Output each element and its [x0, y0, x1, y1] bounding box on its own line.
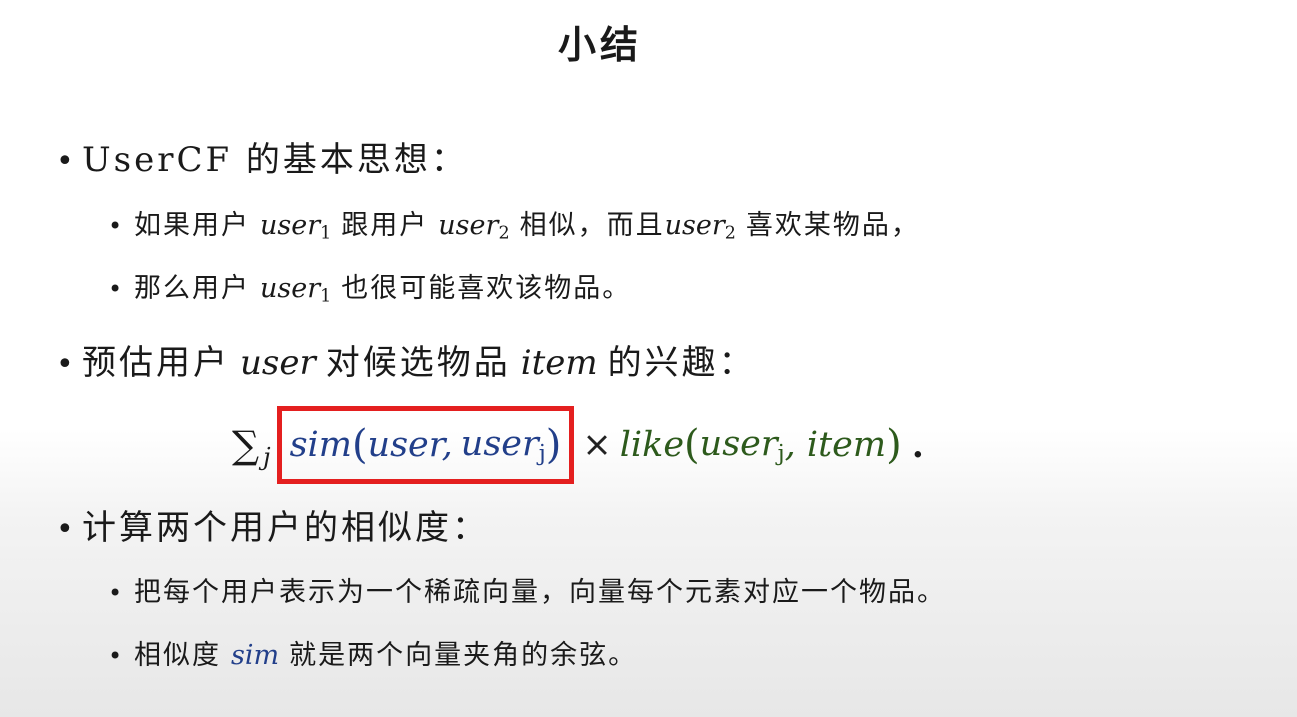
- text-segment: 相似度: [134, 640, 221, 671]
- sim-highlight-box: sim ( user, userj ): [276, 406, 575, 484]
- text-segment: 计算两个用户的相似度：: [82, 508, 489, 548]
- math-sim: sim: [231, 640, 280, 671]
- math-user2: user2: [438, 210, 509, 243]
- math-user2b: user2: [665, 210, 736, 243]
- bullet-dot-icon: •: [108, 212, 125, 240]
- sim-arg-user: user,: [367, 425, 453, 465]
- bullet-dot-icon: •: [108, 579, 125, 607]
- text-segment: 对候选物品: [325, 343, 511, 383]
- close-paren: ): [545, 422, 562, 468]
- bullet-dot-icon: •: [56, 144, 77, 179]
- math-var: user: [699, 423, 778, 464]
- sub-bullet-similar-users: • 如果用户 user1 跟用户 user2 相似，而且 user2 喜欢某物品…: [108, 203, 920, 243]
- close-paren: ): [886, 422, 902, 468]
- math-subscript: 1: [320, 286, 332, 307]
- math-var: user: [460, 423, 539, 464]
- sub-bullet-likely-like: • 那么用户 user1 也很可能喜欢该物品。: [108, 266, 631, 306]
- interest-formula: ∑ j sim ( user, userj ) × like ( userj ,…: [232, 406, 924, 484]
- bullet-dot-icon: •: [108, 275, 125, 303]
- text-segment: 把每个用户表示为一个稀疏向量，向量每个元素对应一个物品。: [134, 577, 946, 608]
- text-segment: 也很可能喜欢该物品。: [341, 273, 632, 304]
- math-user1: user1: [260, 210, 331, 243]
- text-segment: 预估用户: [82, 343, 230, 383]
- math-subscript: 2: [724, 223, 736, 244]
- math-var: user: [260, 210, 321, 241]
- bullet-dot-icon: •: [56, 512, 77, 547]
- math-var: user: [664, 210, 725, 241]
- sum-symbol: ∑: [232, 423, 260, 467]
- math-subscript: j: [777, 440, 785, 467]
- text-segment: 跟用户: [341, 210, 429, 241]
- formula-period: .: [911, 424, 924, 466]
- bullet-usercf-idea: • UserCF 的基本思想：: [56, 132, 468, 181]
- math-user1: user1: [260, 273, 331, 306]
- sub-bullet-sparse-vector: • 把每个用户表示为一个稀疏向量，向量每个元素对应一个物品。: [108, 570, 946, 609]
- sim-arg-userj: userj: [461, 424, 546, 467]
- text-segment: 的兴趣：: [607, 343, 756, 383]
- text-segment: 如果用户: [134, 210, 250, 241]
- bullet-estimate-interest: • 预估用户 user 对候选物品 item 的兴趣：: [56, 335, 756, 384]
- sum-index: j: [263, 443, 271, 471]
- math-item: item: [520, 343, 598, 383]
- math-subscript: 1: [320, 223, 332, 244]
- sim-function: sim: [289, 425, 352, 465]
- math-var: user: [438, 210, 499, 241]
- math-subscript: 2: [498, 223, 510, 244]
- like-arg-userj: userj: [700, 424, 785, 467]
- text-segment: 喜欢某物品，: [745, 210, 920, 241]
- bullet-compute-similarity: • 计算两个用户的相似度：: [56, 500, 489, 549]
- open-paren: (: [351, 422, 368, 468]
- bullet-text: 的基本思想：: [232, 140, 468, 180]
- bullet-dot-icon: •: [108, 642, 125, 670]
- open-paren: (: [684, 422, 700, 468]
- math-var: user: [260, 273, 321, 304]
- like-function: like: [619, 425, 685, 465]
- text-segment: 那么用户: [134, 273, 250, 304]
- bullet-dot-icon: •: [56, 347, 77, 382]
- times-symbol: ×: [582, 425, 612, 465]
- slide-title: 小结: [557, 23, 642, 67]
- text-segment: 相似，而且: [519, 210, 665, 241]
- slide: 小结 • UserCF 的基本思想： • 如果用户 user1 跟用户 user…: [0, 0, 1297, 717]
- sub-bullet-cosine: • 相似度 sim 就是两个向量夹角的余弦。: [108, 633, 637, 672]
- bullet-prefix: UserCF: [82, 140, 233, 180]
- math-user: user: [240, 343, 316, 383]
- like-arg-item: , item: [784, 425, 887, 465]
- math-subscript: j: [538, 440, 546, 467]
- text-segment: 就是两个向量夹角的余弦。: [289, 640, 638, 671]
